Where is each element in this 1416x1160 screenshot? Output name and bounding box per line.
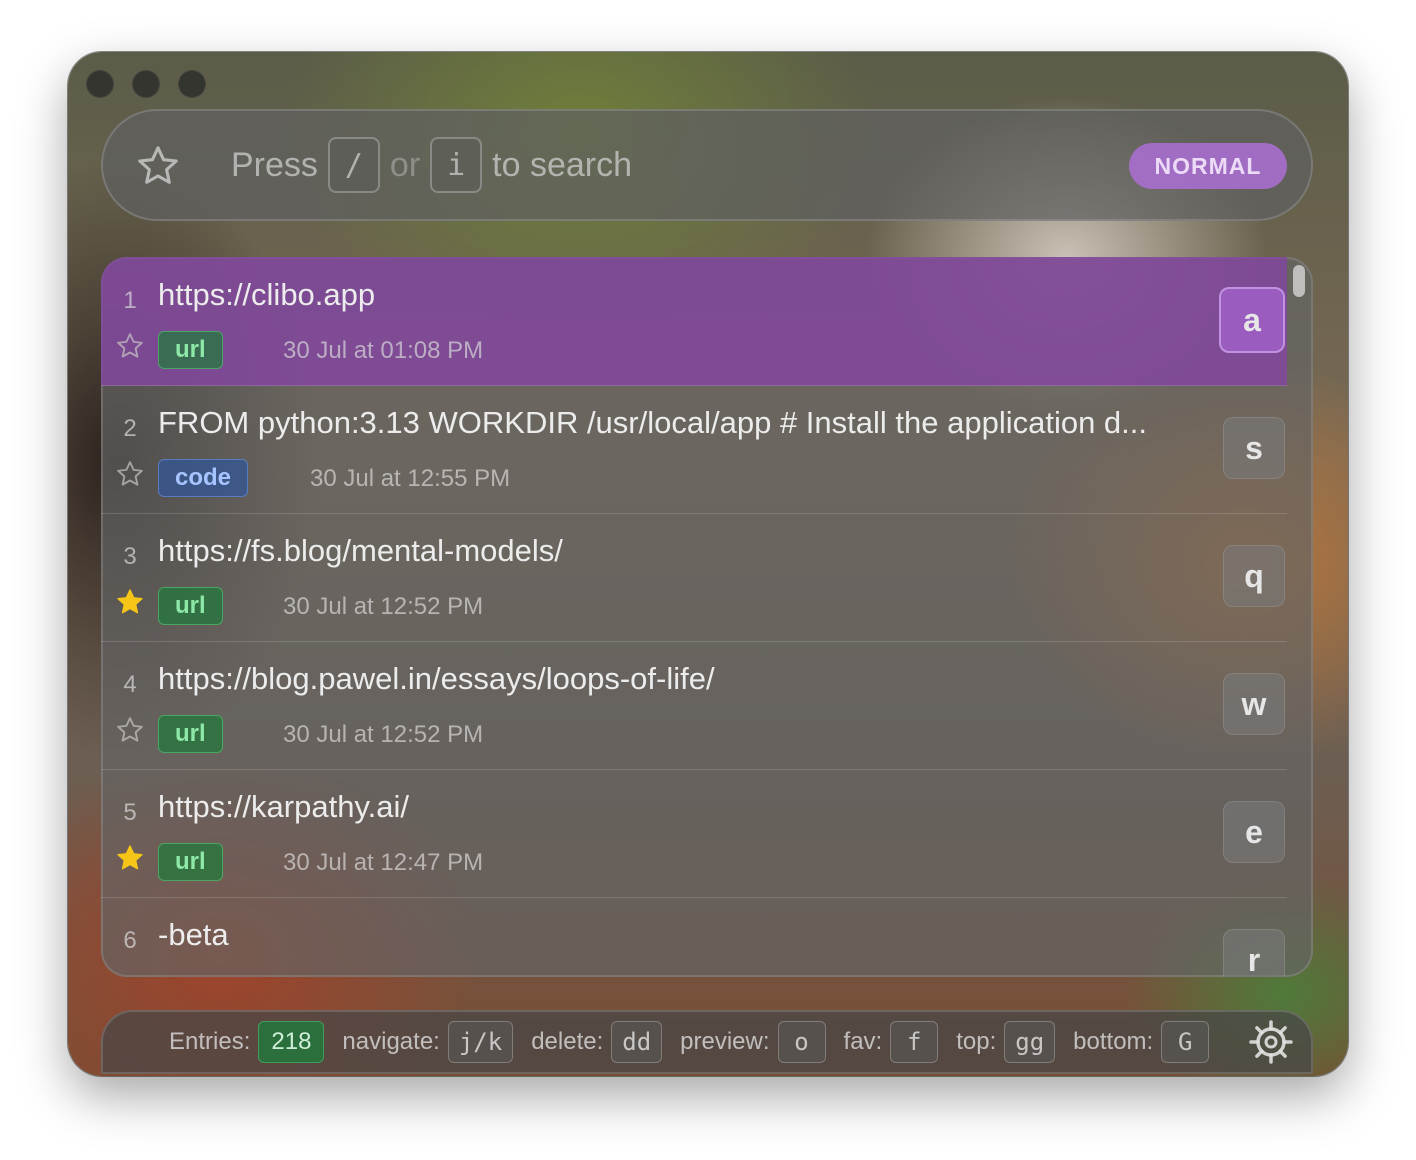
list-item[interactable]: 6 -beta r: [101, 897, 1287, 977]
hotkey-badge[interactable]: q: [1223, 545, 1285, 607]
minimize-window-button[interactable]: [132, 70, 160, 98]
star-filled-icon[interactable]: [115, 587, 145, 617]
entries-count-badge: 218: [258, 1021, 325, 1063]
entry-index: 2: [123, 415, 137, 442]
entry-text: https://fs.blog/mental-models/: [158, 533, 563, 568]
entries-label: Entries:: [169, 1028, 251, 1055]
hint-press: Press: [231, 145, 318, 184]
star-outline-icon[interactable]: [135, 143, 181, 189]
star-outline-icon[interactable]: [115, 715, 145, 745]
mode-badge: NORMAL: [1129, 143, 1287, 189]
hint-or: or: [389, 145, 421, 184]
preview-key: o: [777, 1021, 826, 1063]
delete-label: delete:: [531, 1028, 604, 1055]
navigate-label: navigate:: [342, 1028, 440, 1055]
entry-text: -beta: [158, 917, 229, 952]
entry-index: 4: [123, 671, 137, 698]
scrollbar-thumb[interactable]: [1293, 265, 1305, 297]
list-item[interactable]: 1 https://clibo.app url 30 Jul at 01:08 …: [101, 257, 1287, 386]
clipboard-list[interactable]: 1 https://clibo.app url 30 Jul at 01:08 …: [101, 257, 1313, 977]
star-filled-icon[interactable]: [115, 843, 145, 873]
entry-text: https://clibo.app: [158, 277, 376, 312]
slash-key: /: [327, 137, 380, 193]
entry-index: 1: [123, 287, 137, 314]
search-bar[interactable]: Press / or i to search NORMAL: [101, 109, 1313, 221]
top-key: gg: [1004, 1021, 1056, 1063]
entry-text: https://blog.pawel.in/essays/loops-of-li…: [158, 661, 715, 696]
navigate-key: j/k: [447, 1021, 514, 1063]
star-outline-icon[interactable]: [115, 459, 145, 489]
entry-timestamp: 30 Jul at 12:55 PM: [310, 465, 511, 492]
type-tag: url: [158, 843, 223, 881]
star-outline-icon[interactable]: [115, 331, 145, 361]
fav-label: fav:: [843, 1028, 883, 1055]
entry-text: https://karpathy.ai/: [158, 789, 409, 824]
app-window: Press / or i to search NORMAL 1 https://…: [68, 52, 1348, 1076]
entry-index: 5: [123, 799, 137, 826]
list-item[interactable]: 5 https://karpathy.ai/ url 30 Jul at 12:…: [101, 769, 1287, 898]
entry-index: 3: [123, 543, 137, 570]
close-window-button[interactable]: [86, 70, 114, 98]
status-bar: Entries: 218 navigate: j/k delete: dd pr…: [101, 1010, 1313, 1074]
hotkey-badge[interactable]: a: [1219, 287, 1285, 353]
type-tag: url: [158, 715, 223, 753]
entry-text: FROM python:3.13 WORKDIR /usr/local/app …: [158, 405, 1148, 440]
preview-label: preview:: [680, 1028, 770, 1055]
entry-timestamp: 30 Jul at 12:47 PM: [283, 849, 484, 876]
gear-icon[interactable]: [1247, 1018, 1295, 1066]
entry-index: 6: [123, 927, 137, 954]
type-tag: url: [158, 331, 223, 369]
entry-timestamp: 30 Jul at 12:52 PM: [283, 593, 484, 620]
bottom-key: G: [1161, 1021, 1210, 1063]
list-item[interactable]: 2 FROM python:3.13 WORKDIR /usr/local/ap…: [101, 385, 1287, 514]
delete-key: dd: [611, 1021, 663, 1063]
hint-tail: to search: [492, 145, 633, 184]
fav-key: f: [890, 1021, 939, 1063]
search-placeholder: Press / or i to search: [231, 137, 633, 193]
i-key: i: [430, 137, 483, 193]
list-item[interactable]: 4 https://blog.pawel.in/essays/loops-of-…: [101, 641, 1287, 770]
entry-timestamp: 30 Jul at 12:52 PM: [283, 721, 484, 748]
hotkey-badge[interactable]: r: [1223, 929, 1285, 977]
hotkey-badge[interactable]: s: [1223, 417, 1285, 479]
zoom-window-button[interactable]: [178, 70, 206, 98]
hotkey-badge[interactable]: e: [1223, 801, 1285, 863]
bottom-label: bottom:: [1073, 1028, 1154, 1055]
type-tag: url: [158, 587, 223, 625]
top-label: top:: [956, 1028, 997, 1055]
shortcut-hints: Entries: 218 navigate: j/k delete: dd pr…: [169, 1010, 1210, 1074]
window-controls: [86, 70, 206, 98]
hotkey-badge[interactable]: w: [1223, 673, 1285, 735]
type-tag: code: [158, 459, 249, 497]
list-item[interactable]: 3 https://fs.blog/mental-models/ url 30 …: [101, 513, 1287, 642]
entry-timestamp: 30 Jul at 01:08 PM: [283, 337, 484, 364]
